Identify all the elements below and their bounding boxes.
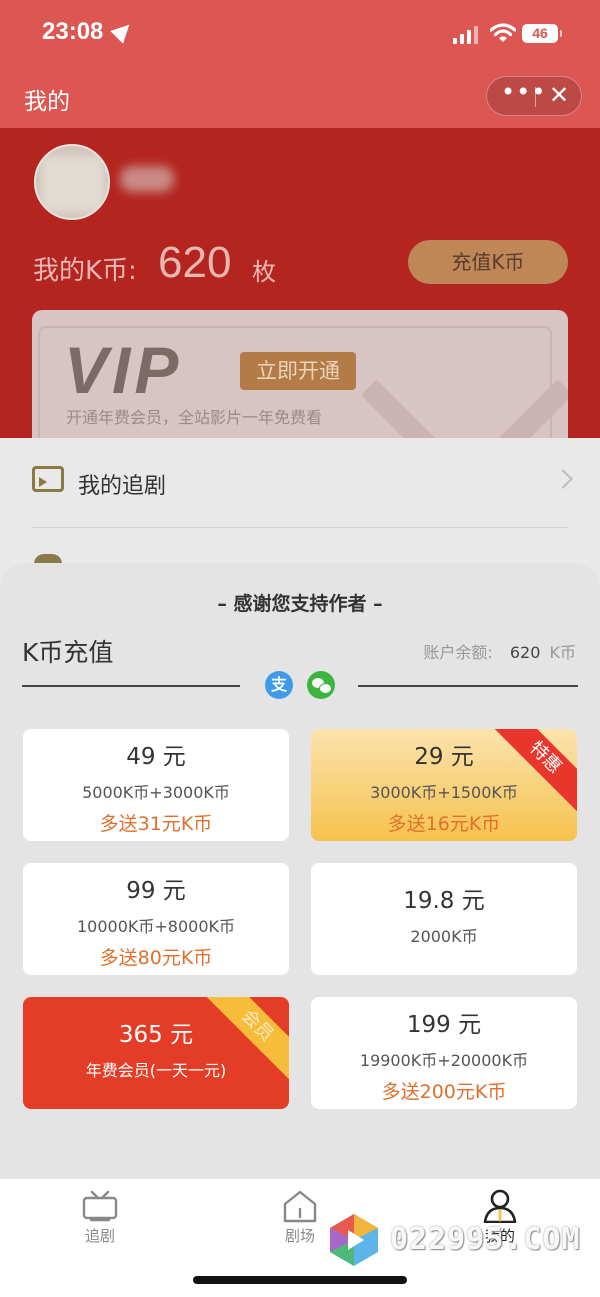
vip-logo: VIP xyxy=(64,333,183,407)
package-bonus: 多送80元K币 xyxy=(99,947,213,969)
menu-divider xyxy=(32,527,568,528)
miniapp-capsule: ••• ✕ xyxy=(486,76,582,116)
package-detail: 2000K币 xyxy=(410,927,478,946)
package-card-49[interactable]: 49 元 5000K币+3000K币 多送31元K币 xyxy=(23,729,289,841)
more-icon[interactable]: ••• xyxy=(501,78,546,106)
package-detail: 5000K币+3000K币 xyxy=(82,783,230,802)
account-balance: 账户余额: 620 K币 xyxy=(423,639,576,663)
package-detail: 19900K币+20000K币 xyxy=(359,1051,529,1070)
package-bonus: 多送31元K币 xyxy=(99,813,213,835)
cellular-signal-icon xyxy=(453,26,479,44)
package-price: 99 元 xyxy=(126,878,186,904)
watermark-logo-icon xyxy=(330,1214,378,1266)
kcoin-unit: 枚 xyxy=(252,258,276,286)
package-detail: 10000K币+8000K币 xyxy=(76,917,235,936)
recharge-kcoin-button[interactable]: 充值K币 xyxy=(408,240,568,284)
package-detail: 3000K币+1500K币 xyxy=(370,783,518,802)
section-title: K币充值 xyxy=(22,638,114,667)
capsule-divider xyxy=(535,87,536,107)
wifi-icon xyxy=(490,23,516,42)
title-bar: 我的 ••• ✕ xyxy=(0,68,600,128)
package-card-365-member[interactable]: 365 元 年费会员(一天一元) 会员 xyxy=(23,997,289,1109)
close-icon[interactable]: ✕ xyxy=(549,81,569,109)
home-indicator xyxy=(193,1276,407,1284)
battery-indicator: 46 xyxy=(522,24,562,43)
package-bonus: 多送16元K币 xyxy=(387,813,501,835)
page-title: 我的 xyxy=(24,89,70,115)
video-icon xyxy=(32,466,64,492)
status-bar: 23:08 46 xyxy=(0,0,600,68)
balance-unit: K币 xyxy=(549,643,577,662)
kcoin-value: 620 xyxy=(158,238,232,287)
package-card-19-8[interactable]: 19.8 元 2000K币 xyxy=(311,863,577,975)
sheet-heading: – 感谢您支持作者 – xyxy=(217,593,383,615)
status-time: 23:08 xyxy=(42,18,104,45)
package-card-29[interactable]: 29 元 3000K币+1500K币 多送16元K币 特惠 xyxy=(311,729,577,841)
watermark: 022995.COM xyxy=(322,1210,580,1270)
package-bonus: 多送200元K币 xyxy=(381,1081,507,1103)
location-arrow-icon xyxy=(110,18,136,44)
package-price: 19.8 元 xyxy=(403,888,485,914)
vip-card[interactable]: VIP 立即开通 开通年费会员，全站影片一年免费看 xyxy=(32,310,568,438)
package-price: 49 元 xyxy=(126,744,186,770)
package-card-199[interactable]: 199 元 19900K币+20000K币 多送200元K币 xyxy=(311,997,577,1109)
balance-label: 账户余额: xyxy=(423,643,493,662)
menu-item-my-dramas[interactable]: 我的追剧 xyxy=(0,438,600,528)
kcoin-label: 我的K币: xyxy=(33,256,137,286)
open-vip-button[interactable]: 立即开通 xyxy=(240,352,356,390)
watermark-text: 022995.COM xyxy=(390,1222,581,1257)
nickname-blurred xyxy=(120,166,174,192)
chevron-right-icon xyxy=(553,469,573,489)
alipay-icon[interactable]: 支 xyxy=(265,671,293,699)
wechat-pay-icon[interactable] xyxy=(307,671,335,699)
balance-value: 620 xyxy=(509,643,541,662)
divider-left xyxy=(22,685,240,687)
package-price: 199 元 xyxy=(406,1012,482,1038)
avatar xyxy=(34,144,110,220)
tab-label: 追剧 xyxy=(84,1227,115,1245)
divider-right xyxy=(358,685,578,687)
tv-icon xyxy=(82,1190,118,1222)
vip-description: 开通年费会员，全站影片一年免费看 xyxy=(66,408,323,427)
package-detail: 年费会员(一天一元) xyxy=(85,1061,227,1080)
home-icon xyxy=(283,1190,317,1223)
tab-dramas[interactable]: 追剧 xyxy=(60,1187,140,1247)
package-card-99[interactable]: 99 元 10000K币+8000K币 多送80元K币 xyxy=(23,863,289,975)
recharge-sheet: – 感谢您支持作者 – K币充值 账户余额: 620 K币 支 49 元 500… xyxy=(0,563,600,1179)
menu-item-label: 我的追剧 xyxy=(78,474,167,499)
